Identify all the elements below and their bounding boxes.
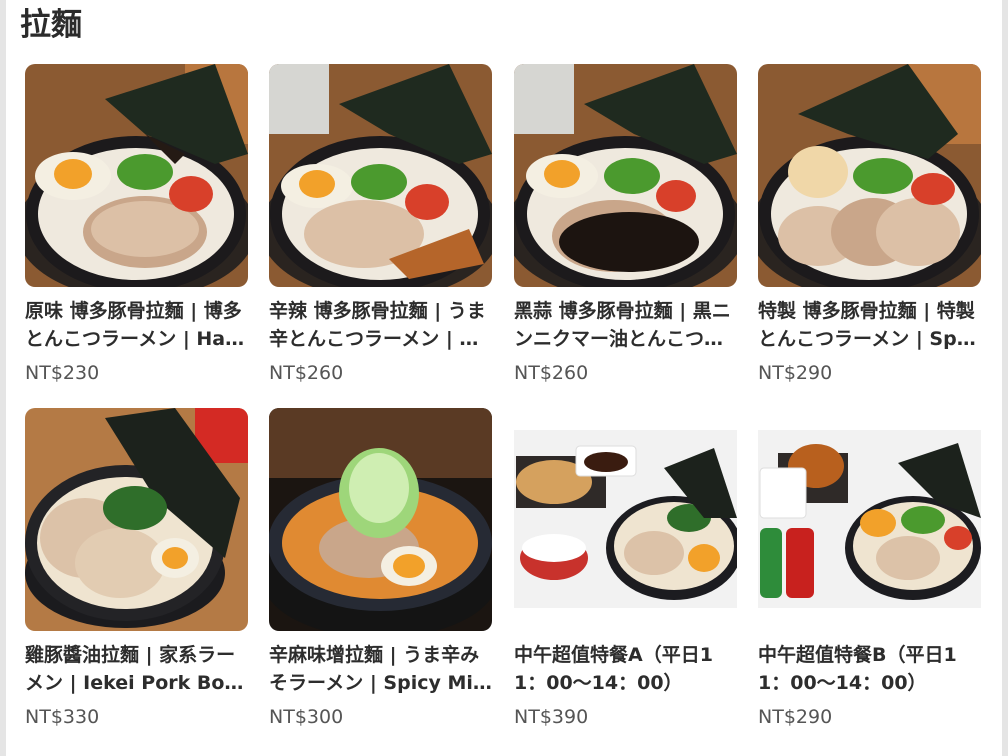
item-price: NT$330	[25, 706, 100, 728]
ramen-photo	[269, 408, 492, 631]
item-price: NT$260	[269, 362, 344, 384]
ramen-photo	[514, 64, 737, 287]
ramen-photo	[758, 64, 981, 287]
item-name[interactable]: 黑蒜 博多豚骨拉麵 | 黒ニンニクマー油とんこつラーメン	[514, 297, 737, 353]
item-price: NT$260	[514, 362, 589, 384]
item-price: NT$390	[514, 706, 589, 728]
item-price: NT$290	[758, 362, 833, 384]
item-photo[interactable]	[25, 64, 248, 287]
item-photo[interactable]	[514, 408, 737, 631]
item-name[interactable]: 中午超值特餐B（平日11：00〜14：00）	[758, 641, 981, 697]
item-price: NT$230	[25, 362, 100, 384]
item-name[interactable]: 中午超值特餐A（平日11：00〜14：00）	[514, 641, 737, 697]
set-meal-photo	[758, 408, 981, 631]
item-photo[interactable]	[758, 64, 981, 287]
item-photo[interactable]	[269, 408, 492, 631]
item-price: NT$300	[269, 706, 344, 728]
item-price: NT$290	[758, 706, 833, 728]
item-name[interactable]: 辛辣 博多豚骨拉麵 | うま辛とんこつラーメン | Spicy Tonkotsu…	[269, 297, 492, 353]
ramen-photo	[25, 64, 248, 287]
ramen-photo	[25, 408, 248, 631]
item-name[interactable]: 原味 博多豚骨拉麵 | 博多とんこつラーメン | Hakata Tonkotsu…	[25, 297, 248, 353]
item-photo[interactable]	[514, 64, 737, 287]
item-photo[interactable]	[25, 408, 248, 631]
item-name[interactable]: 辛麻味增拉麵 | うま辛みそラーメン | Spicy Miso Ramen	[269, 641, 492, 697]
menu-category-ramen: 拉麵 原味 博多豚骨拉麵 | 博多とんこつラーメン | Hakata Tonko…	[0, 0, 1008, 756]
ramen-photo	[269, 64, 492, 287]
item-photo[interactable]	[758, 408, 981, 631]
item-name[interactable]: 特製 博多豚骨拉麵 | 特製とんこつラーメン | Special Ramen	[758, 297, 981, 353]
item-photo[interactable]	[269, 64, 492, 287]
set-meal-photo	[514, 408, 737, 631]
section-title: 拉麵	[20, 7, 82, 43]
item-name[interactable]: 雞豚醬油拉麵 | 家系ラーメン | Iekei Pork Bone Ramen	[25, 641, 248, 697]
